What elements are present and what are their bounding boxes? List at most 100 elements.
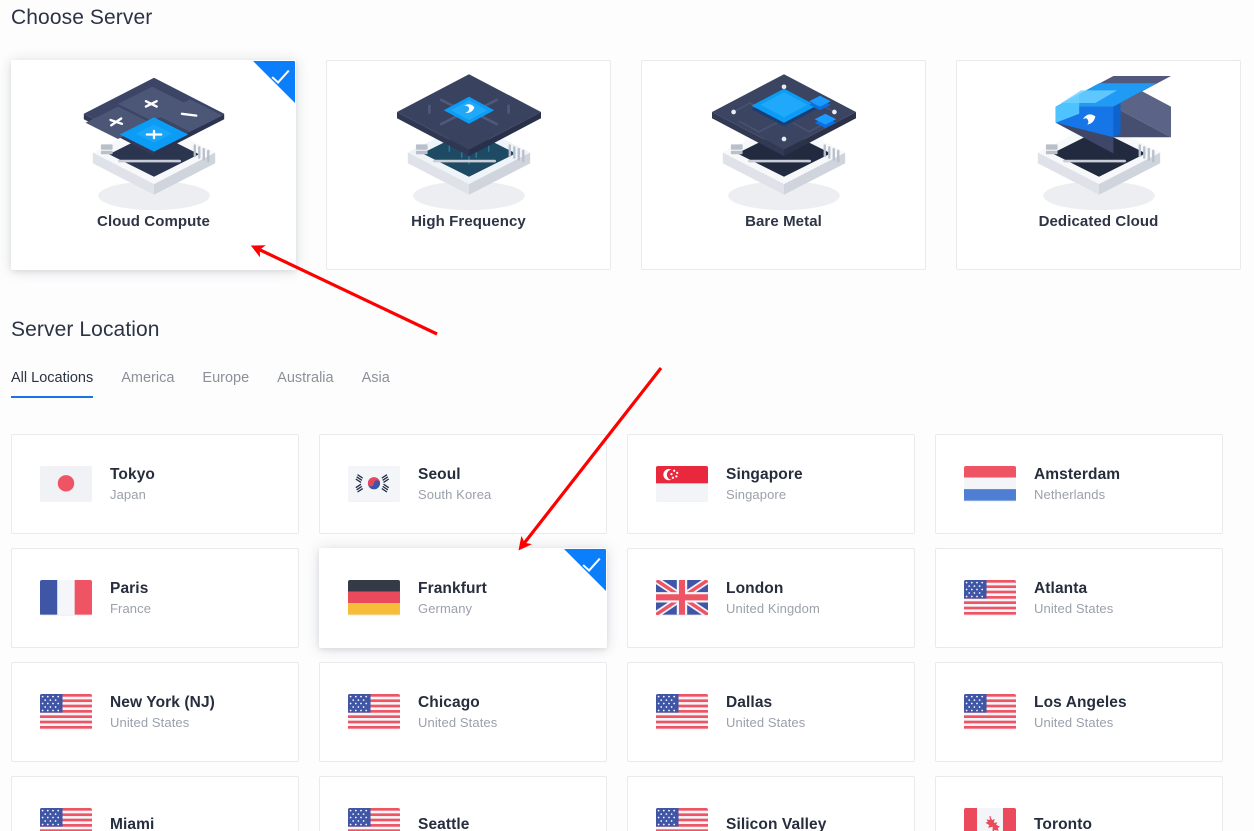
flag-gb-icon: [656, 580, 708, 616]
location-text: Amsterdam Netherlands: [1034, 466, 1120, 502]
location-text: Seoul South Korea: [418, 466, 491, 502]
choose-server-heading: Choose Server: [11, 6, 153, 29]
location-card-frankfurt[interactable]: Frankfurt Germany: [319, 548, 607, 648]
flag-us-icon: [656, 694, 708, 730]
location-city: Toronto: [1034, 815, 1093, 831]
flag-sg-icon: [656, 466, 708, 502]
location-text: Chicago United States: [418, 694, 497, 730]
location-card-los-angeles[interactable]: Los Angeles United States: [935, 662, 1223, 762]
location-city: Dallas: [726, 694, 773, 711]
server-type-label: Bare Metal: [745, 213, 822, 230]
location-city: Seoul: [418, 466, 461, 483]
location-city: Los Angeles: [1034, 694, 1127, 711]
location-country: France: [110, 601, 152, 616]
location-country: United States: [418, 715, 498, 730]
location-card-atlanta[interactable]: Atlanta United States: [935, 548, 1223, 648]
location-card-seattle[interactable]: Seattle: [319, 776, 607, 831]
location-card-chicago[interactable]: Chicago United States: [319, 662, 607, 762]
flag-fr-icon: [40, 580, 92, 616]
location-country: United States: [1034, 601, 1114, 616]
location-text: Seattle: [418, 816, 470, 831]
location-tab-asia[interactable]: Asia: [348, 370, 404, 398]
location-card-seoul[interactable]: Seoul South Korea: [319, 434, 607, 534]
location-text: Atlanta United States: [1034, 580, 1113, 616]
selected-check-badge: [253, 61, 295, 103]
server-type-card-cloud-compute[interactable]: Cloud Compute: [11, 60, 296, 270]
location-card-silicon-valley[interactable]: Silicon Valley: [627, 776, 915, 831]
location-country: South Korea: [418, 487, 492, 502]
location-city: Singapore: [726, 466, 803, 483]
flag-de-icon: [348, 580, 400, 616]
cloud-compute-icon: [64, 67, 244, 217]
bare-metal-icon: [694, 67, 874, 217]
location-card-amsterdam[interactable]: Amsterdam Netherlands: [935, 434, 1223, 534]
flag-us-icon: [964, 580, 1016, 616]
selected-check-badge: [564, 549, 606, 591]
location-city: Seattle: [418, 815, 470, 831]
location-city: Paris: [110, 580, 149, 597]
location-text: Los Angeles United States: [1034, 694, 1127, 730]
location-tab-europe[interactable]: Europe: [188, 370, 263, 398]
check-icon: [582, 553, 601, 572]
location-city: Atlanta: [1034, 580, 1088, 597]
server-type-card-dedicated-cloud[interactable]: Dedicated Cloud: [956, 60, 1241, 270]
server-type-card-bare-metal[interactable]: Bare Metal: [641, 60, 926, 270]
location-country: United States: [110, 715, 190, 730]
location-text: Tokyo Japan: [110, 466, 155, 502]
location-card-new-york-nj[interactable]: New York (NJ) United States: [11, 662, 299, 762]
check-icon: [271, 65, 290, 84]
location-text: New York (NJ) United States: [110, 694, 215, 730]
dedicated-cloud-icon: [1009, 67, 1189, 217]
choose-server-page: Choose Server Cloud Compute High Frequen…: [0, 0, 1254, 831]
location-card-toronto[interactable]: Toronto: [935, 776, 1223, 831]
flag-us-icon: [40, 808, 92, 831]
server-location-heading: Server Location: [11, 318, 160, 341]
location-card-singapore[interactable]: Singapore Singapore: [627, 434, 915, 534]
server-type-label: High Frequency: [411, 213, 526, 230]
server-type-card-high-frequency[interactable]: High Frequency: [326, 60, 611, 270]
location-text: Miami: [110, 816, 154, 831]
location-country: United States: [726, 715, 806, 730]
location-grid: Tokyo Japan Seoul South Korea Singapore Sin…: [11, 434, 1243, 831]
location-city: Chicago: [418, 694, 480, 711]
flag-us-icon: [40, 694, 92, 730]
location-text: Silicon Valley: [726, 816, 826, 831]
location-card-dallas[interactable]: Dallas United States: [627, 662, 915, 762]
location-country: Germany: [418, 601, 473, 616]
location-tab-australia[interactable]: Australia: [263, 370, 347, 398]
location-filter-tabs: All Locations America Europe Australia Asia: [11, 370, 404, 398]
check-badge-triangle: [564, 549, 606, 591]
location-text: Singapore Singapore: [726, 466, 803, 502]
location-tab-all-locations[interactable]: All Locations: [11, 370, 107, 398]
location-card-miami[interactable]: Miami: [11, 776, 299, 831]
location-text: Frankfurt Germany: [418, 580, 487, 616]
check-badge-triangle: [253, 61, 295, 103]
flag-us-icon: [348, 808, 400, 831]
flag-jp-icon: [40, 466, 92, 502]
location-tab-america[interactable]: America: [107, 370, 188, 398]
location-country: Japan: [110, 487, 146, 502]
flag-us-icon: [348, 694, 400, 730]
location-city: Frankfurt: [418, 580, 487, 597]
server-type-label: Dedicated Cloud: [1038, 213, 1159, 230]
location-city: Tokyo: [110, 466, 155, 483]
location-text: Dallas United States: [726, 694, 805, 730]
location-city: Amsterdam: [1034, 466, 1121, 483]
location-text: Paris France: [110, 580, 151, 616]
location-city: Silicon Valley: [726, 815, 827, 831]
location-country: Netherlands: [1034, 487, 1106, 502]
server-type-label: Cloud Compute: [97, 213, 210, 230]
flag-ca-icon: [964, 808, 1016, 831]
location-card-paris[interactable]: Paris France: [11, 548, 299, 648]
location-city: London: [726, 580, 784, 597]
location-text: London United Kingdom: [726, 580, 820, 616]
location-card-london[interactable]: London United Kingdom: [627, 548, 915, 648]
location-card-tokyo[interactable]: Tokyo Japan: [11, 434, 299, 534]
location-country: United States: [1034, 715, 1114, 730]
flag-kr-icon: [348, 466, 400, 502]
flag-us-icon: [964, 694, 1016, 730]
location-city: Miami: [110, 815, 155, 831]
location-country: Singapore: [726, 487, 787, 502]
flag-nl-icon: [964, 466, 1016, 502]
location-city: New York (NJ): [110, 694, 215, 711]
